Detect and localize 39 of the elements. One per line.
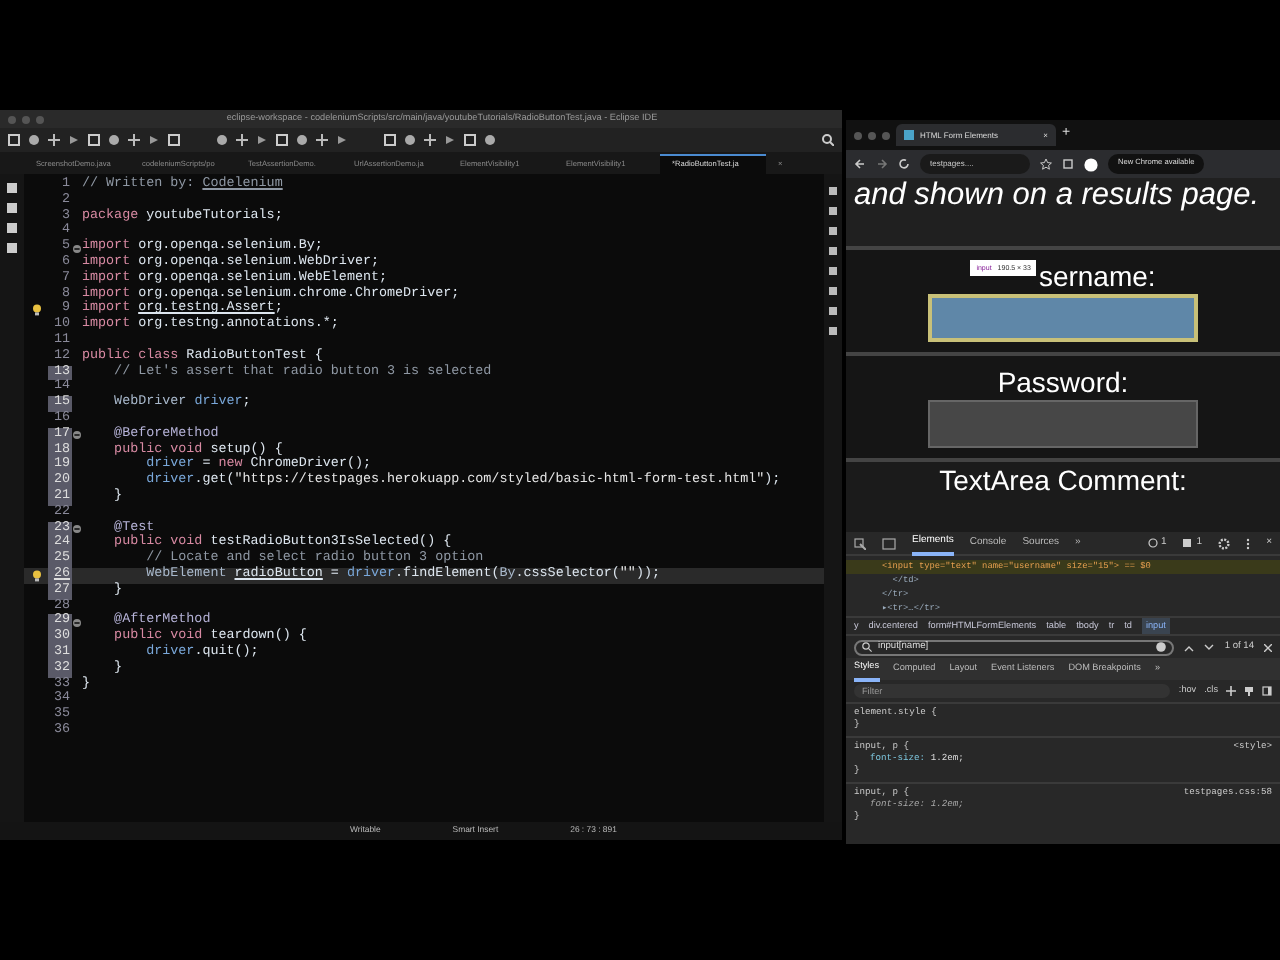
fold-icon[interactable] <box>72 243 82 254</box>
extension-icon[interactable] <box>1062 158 1074 170</box>
paint-icon[interactable] <box>1244 686 1254 696</box>
star-icon[interactable] <box>1040 158 1052 170</box>
fold-icon[interactable] <box>72 523 82 534</box>
input-field[interactable] <box>928 400 1198 448</box>
device-icon[interactable] <box>882 537 896 549</box>
reload-icon[interactable] <box>898 158 910 170</box>
down-icon[interactable] <box>1204 643 1215 651</box>
close-icon[interactable] <box>1264 643 1272 651</box>
field-label: TextArea Comment: <box>846 458 1280 496</box>
message-icon <box>1182 538 1193 548</box>
toolbar-icon[interactable] <box>128 134 140 146</box>
profile-icon[interactable] <box>1084 157 1098 171</box>
toolbar-icon[interactable] <box>424 134 436 146</box>
forward-icon[interactable] <box>876 158 888 170</box>
toolbar-icon[interactable] <box>48 134 60 146</box>
toolbar-icon[interactable] <box>216 134 228 146</box>
field-label: Password: <box>997 366 1129 398</box>
toolbar-icon[interactable] <box>336 134 348 146</box>
more-icon[interactable] <box>1246 537 1251 549</box>
inspect-icon[interactable] <box>854 537 866 549</box>
toolbar-icon[interactable] <box>236 134 248 146</box>
error-icon <box>1147 538 1158 548</box>
search-icon <box>862 642 872 652</box>
up-icon[interactable] <box>1184 643 1195 651</box>
back-icon[interactable] <box>854 158 866 170</box>
input-field[interactable] <box>928 294 1198 342</box>
add-icon[interactable] <box>1226 686 1236 696</box>
field-label: sername: <box>1038 260 1156 292</box>
toolbar-icon[interactable] <box>316 134 328 146</box>
search-icon[interactable] <box>822 134 834 146</box>
favicon-icon <box>904 130 914 140</box>
clear-icon[interactable] <box>1156 642 1167 652</box>
intro-text: and shown on a results page. <box>846 178 1280 246</box>
settings-icon[interactable] <box>1218 537 1231 549</box>
fold-icon[interactable] <box>72 430 82 441</box>
sidebar-icon[interactable] <box>1262 686 1272 696</box>
fold-icon[interactable] <box>72 617 82 628</box>
